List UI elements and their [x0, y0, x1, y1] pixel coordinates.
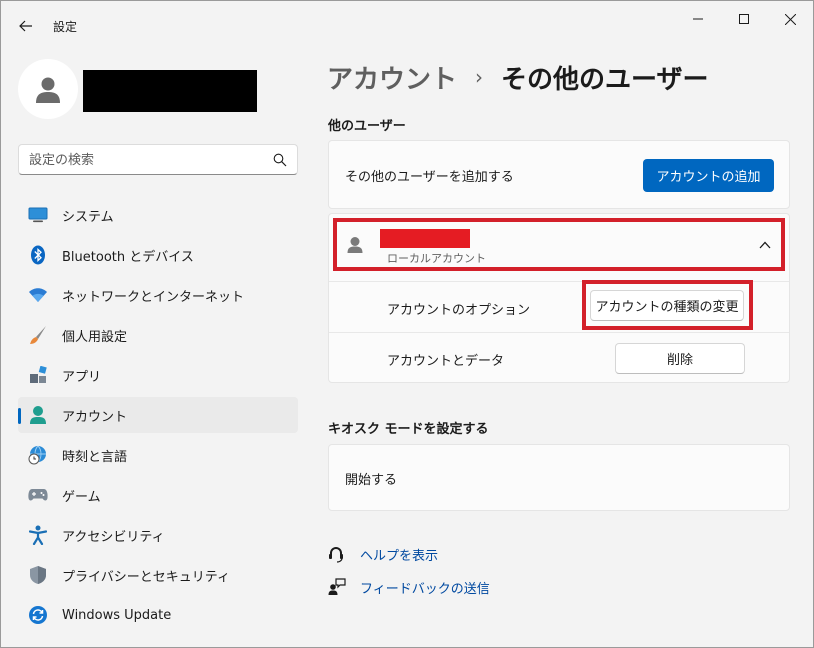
- app-title: 設定: [53, 20, 78, 34]
- monitor-icon: [28, 205, 48, 225]
- sidebar-item-time-language[interactable]: 時刻と言語: [18, 437, 298, 473]
- breadcrumb-parent[interactable]: アカウント: [327, 59, 457, 96]
- gamepad-icon: [28, 485, 48, 505]
- delete-account-button[interactable]: 削除: [615, 343, 745, 374]
- kiosk-card[interactable]: 開始する: [328, 444, 790, 511]
- highlight-box-user: [333, 218, 785, 271]
- feedback-link[interactable]: フィードバックの送信: [327, 577, 490, 597]
- globe-clock-icon: [28, 445, 48, 465]
- sidebar-item-accounts[interactable]: アカウント: [18, 397, 298, 433]
- sidebar-item-label: アカウント: [62, 409, 128, 425]
- account-options-label: アカウントのオプション: [387, 303, 531, 318]
- close-button[interactable]: [775, 9, 805, 29]
- sidebar-item-personalization[interactable]: 個人用設定: [18, 317, 298, 353]
- search-box[interactable]: [18, 144, 298, 175]
- sidebar-item-label: ネットワークとインターネット: [62, 289, 245, 305]
- sidebar-item-label: Windows Update: [62, 607, 172, 623]
- minimize-icon: [693, 18, 703, 20]
- help-link[interactable]: ヘルプを表示: [327, 544, 438, 564]
- person-silhouette-icon: [36, 77, 60, 103]
- sidebar-item-accessibility[interactable]: アクセシビリティ: [18, 517, 298, 553]
- sidebar-item-apps[interactable]: アプリ: [18, 357, 298, 393]
- minimize-button[interactable]: [683, 9, 713, 29]
- paintbrush-icon: [28, 325, 48, 345]
- add-user-card: その他のユーザーを追加する アカウントの追加: [328, 140, 790, 209]
- feedback-link-label[interactable]: フィードバックの送信: [360, 578, 490, 597]
- avatar[interactable]: [18, 59, 78, 119]
- sidebar-item-label: Bluetooth とデバイス: [62, 249, 194, 265]
- sidebar-item-label: ゲーム: [62, 489, 101, 505]
- redacted-user-name: [83, 70, 257, 112]
- sidebar-item-label: システム: [62, 209, 114, 225]
- breadcrumb-separator: ›: [475, 65, 484, 89]
- arrow-left-icon: [19, 20, 32, 32]
- sidebar-nav: システム Bluetooth とデバイス ネットワークとインターネット 個人用設…: [18, 197, 298, 637]
- sidebar-item-label: 個人用設定: [62, 329, 128, 345]
- kiosk-start-label: 開始する: [345, 473, 398, 488]
- sidebar-item-label: アクセシビリティ: [62, 529, 165, 545]
- breadcrumb: アカウント › その他のユーザー: [327, 59, 709, 95]
- title-bar: 設定: [1, 1, 813, 49]
- add-user-label: その他のユーザーを追加する: [345, 170, 514, 185]
- shield-icon: [28, 565, 48, 585]
- highlight-box-change-type: [582, 280, 753, 330]
- back-button[interactable]: [15, 15, 37, 37]
- section-title-other-users: 他のユーザー: [328, 119, 406, 134]
- sidebar-item-label: プライバシーとセキュリティ: [62, 569, 230, 585]
- maximize-icon: [739, 14, 749, 24]
- sidebar-item-system[interactable]: システム: [18, 197, 298, 233]
- divider: [329, 332, 789, 333]
- person-icon: [28, 405, 48, 425]
- sidebar-item-label: アプリ: [62, 369, 102, 385]
- help-link-label[interactable]: ヘルプを表示: [360, 545, 438, 564]
- search-input[interactable]: [29, 151, 259, 169]
- maximize-button[interactable]: [729, 9, 759, 29]
- apps-icon: [28, 365, 48, 385]
- sidebar-item-label: 時刻と言語: [62, 449, 128, 465]
- account-data-label: アカウントとデータ: [387, 354, 505, 369]
- close-icon: [784, 13, 796, 25]
- accessibility-icon: [28, 525, 48, 545]
- bluetooth-icon: [28, 245, 48, 265]
- help-icon: [327, 544, 347, 564]
- feedback-icon: [327, 577, 347, 597]
- sidebar-item-gaming[interactable]: ゲーム: [18, 477, 298, 513]
- page-title: その他のユーザー: [501, 64, 709, 95]
- section-title-kiosk: キオスク モードを設定する: [328, 422, 489, 437]
- update-icon: [28, 605, 48, 625]
- sidebar-item-bluetooth[interactable]: Bluetooth とデバイス: [18, 237, 298, 273]
- settings-window: 設定 システム: [0, 0, 814, 648]
- sidebar-item-privacy[interactable]: プライバシーとセキュリティ: [18, 557, 298, 593]
- search-icon[interactable]: [273, 153, 287, 167]
- sidebar-item-windows-update[interactable]: Windows Update: [18, 597, 298, 633]
- sidebar-item-network[interactable]: ネットワークとインターネット: [18, 277, 298, 313]
- wifi-icon: [28, 285, 48, 305]
- add-account-button[interactable]: アカウントの追加: [643, 159, 774, 192]
